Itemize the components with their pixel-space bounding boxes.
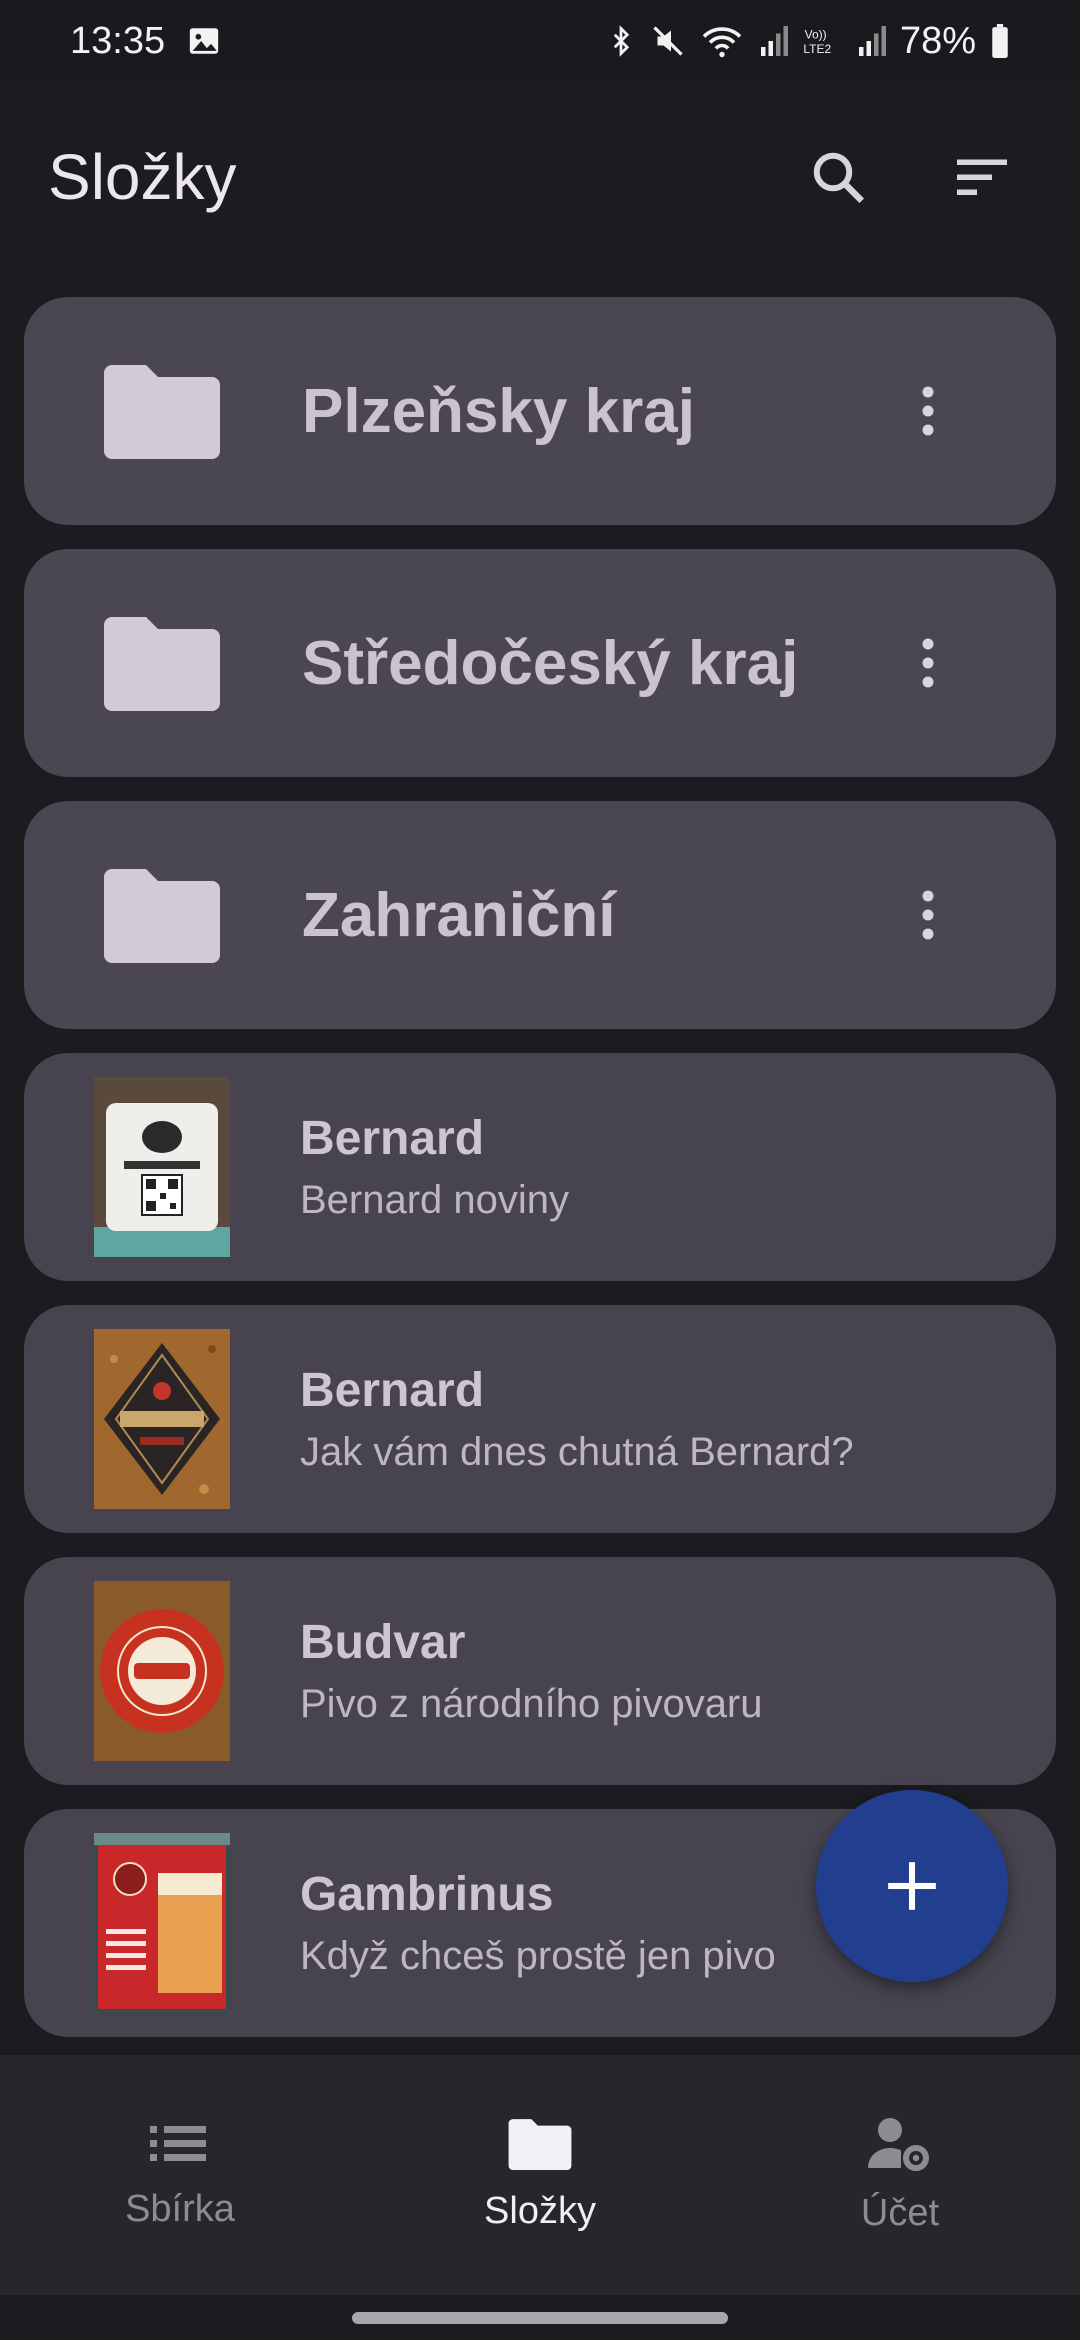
folder-card[interactable]: Středočeský kraj	[24, 549, 1056, 777]
add-button[interactable]	[816, 1790, 1008, 1982]
nav-item-sbirka[interactable]: Sbírka	[0, 2055, 360, 2295]
folder-name: Středočeský kraj	[302, 628, 799, 698]
bottom-navigation: Sbírka Složky Účet	[0, 2055, 1080, 2295]
item-title: Bernard	[300, 1364, 485, 1417]
folder-card[interactable]: Zahraniční	[24, 801, 1056, 1029]
coaster-thumbnail	[94, 1329, 230, 1509]
folder-name: Zahraniční	[302, 880, 616, 950]
battery-icon	[990, 24, 1010, 58]
more-options-button[interactable]	[878, 865, 978, 965]
signal-icon	[856, 23, 886, 59]
search-icon	[813, 152, 865, 204]
home-gesture-bar[interactable]	[352, 2312, 728, 2324]
account-settings-icon	[868, 2117, 929, 2171]
folder-name: Plzeňsky kraj	[302, 376, 695, 446]
folder-icon	[508, 2118, 572, 2170]
collection-item[interactable]: Bernard Jak vám dnes chutná Bernard?	[24, 1305, 1056, 1533]
bluetooth-icon	[606, 23, 636, 59]
lte-icon: Vo)) LTE2	[802, 23, 842, 59]
svg-text:Vo)): Vo))	[805, 27, 827, 41]
item-title: Bernard	[300, 1112, 485, 1165]
signal-icon	[758, 23, 788, 59]
mute-icon	[650, 23, 686, 59]
more-vert-icon	[922, 386, 934, 436]
coaster-thumbnail	[94, 1077, 230, 1257]
folder-icon	[104, 869, 220, 963]
status-time: 13:35	[70, 19, 166, 62]
search-button[interactable]	[788, 127, 888, 227]
coaster-thumbnail	[94, 1833, 230, 2013]
nav-label: Sbírka	[125, 2187, 235, 2230]
more-vert-icon	[922, 890, 934, 940]
item-subtitle: Jak vám dnes chutná Bernard?	[300, 1430, 854, 1474]
list-icon	[150, 2125, 206, 2161]
more-options-button[interactable]	[878, 361, 978, 461]
plus-icon	[888, 1862, 936, 1910]
nav-item-slozky[interactable]: Složky	[360, 2055, 720, 2295]
collection-item[interactable]: Bernard Bernard noviny	[24, 1053, 1056, 1281]
more-vert-icon	[922, 638, 934, 688]
sort-icon	[957, 159, 1007, 195]
wifi-icon	[700, 23, 744, 59]
folder-icon	[104, 617, 220, 711]
item-subtitle: Pivo z národního pivovaru	[300, 1682, 763, 1726]
item-title: Budvar	[300, 1616, 466, 1669]
sort-button[interactable]	[932, 127, 1032, 227]
status-bar: 13:35 Vo)) LTE2 78%	[0, 0, 1080, 82]
folder-icon	[104, 365, 220, 459]
folder-card[interactable]: Plzeňsky kraj	[24, 297, 1056, 525]
page-title: Složky	[48, 141, 237, 213]
coaster-thumbnail	[94, 1581, 230, 1761]
item-subtitle: Bernard noviny	[300, 1178, 570, 1222]
gallery-icon	[187, 24, 221, 58]
nav-label: Složky	[484, 2189, 596, 2232]
battery-percent: 78%	[899, 19, 976, 62]
svg-text:LTE2: LTE2	[803, 42, 831, 56]
collection-item[interactable]: Budvar Pivo z národního pivovaru	[24, 1557, 1056, 1785]
more-options-button[interactable]	[878, 613, 978, 713]
app-bar: Složky	[0, 82, 1080, 272]
nav-label: Účet	[860, 2191, 940, 2234]
nav-item-ucet[interactable]: Účet	[720, 2055, 1080, 2295]
